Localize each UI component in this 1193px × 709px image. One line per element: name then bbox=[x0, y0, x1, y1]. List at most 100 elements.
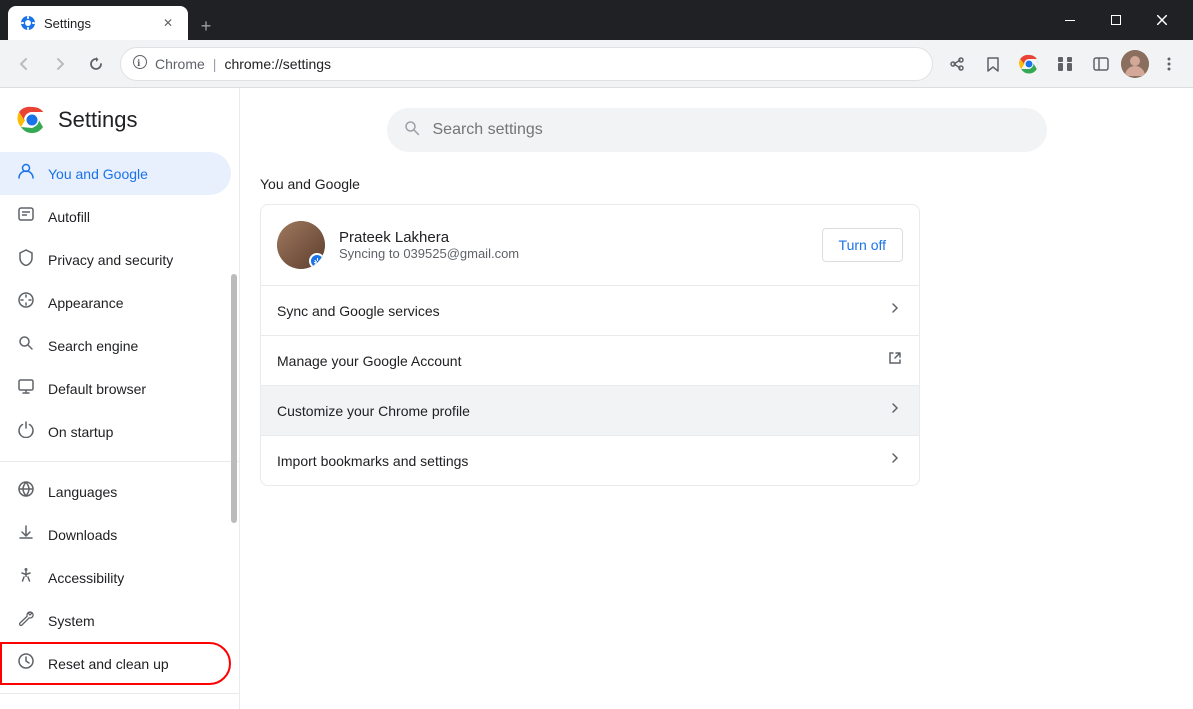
sidebar-label-appearance: Appearance bbox=[48, 295, 124, 311]
section-title: You and Google bbox=[260, 168, 1173, 204]
sidebar-label-autofill: Autofill bbox=[48, 209, 90, 225]
maximize-button[interactable] bbox=[1093, 0, 1139, 40]
sidebar-toggle-button[interactable] bbox=[1085, 48, 1117, 80]
chrome-icon-button[interactable] bbox=[1013, 48, 1045, 80]
reset-icon bbox=[16, 652, 36, 675]
sidebar-divider-2 bbox=[0, 693, 239, 694]
back-button[interactable] bbox=[8, 48, 40, 80]
sidebar-title: Settings bbox=[58, 107, 138, 133]
search-icon bbox=[16, 334, 36, 357]
sidebar-label-privacy: Privacy and security bbox=[48, 252, 173, 268]
sidebar-label-reset-cleanup: Reset and clean up bbox=[48, 656, 169, 672]
search-bar-wrapper bbox=[260, 88, 1173, 168]
minimize-button[interactable] bbox=[1047, 0, 1093, 40]
extensions-icon-button[interactable] bbox=[1049, 48, 1081, 80]
tab-close-button[interactable]: ✕ bbox=[160, 15, 176, 31]
sidebar-item-appearance[interactable]: Appearance bbox=[0, 281, 231, 324]
sidebar-item-default-browser[interactable]: Default browser bbox=[0, 367, 231, 410]
close-button[interactable] bbox=[1139, 0, 1185, 40]
profile-info: Prateek Lakhera Syncing to 039525@gmail.… bbox=[339, 229, 808, 261]
sidebar-label-default-browser: Default browser bbox=[48, 381, 146, 397]
import-arrow-icon bbox=[887, 450, 903, 471]
wrench-icon bbox=[16, 609, 36, 632]
settings-favicon bbox=[20, 15, 36, 31]
window-controls bbox=[1047, 0, 1185, 40]
sidebar-label-on-startup: On startup bbox=[48, 424, 113, 440]
tab-bar: Settings ✕ + bbox=[8, 0, 220, 40]
address-divider: | bbox=[213, 56, 217, 72]
sidebar-label-languages: Languages bbox=[48, 484, 117, 500]
sidebar-divider-1 bbox=[0, 461, 239, 462]
sidebar-item-downloads[interactable]: Downloads bbox=[0, 513, 231, 556]
sidebar-item-languages[interactable]: Languages bbox=[0, 470, 231, 513]
sidebar-scrollbar-track[interactable] bbox=[231, 88, 237, 709]
svg-text:ℹ: ℹ bbox=[137, 58, 141, 68]
titlebar: Settings ✕ + bbox=[0, 0, 1193, 40]
customize-profile-row[interactable]: Customize your Chrome profile bbox=[261, 386, 919, 436]
address-security-icon: ℹ bbox=[133, 55, 147, 72]
chrome-logo-icon bbox=[16, 104, 48, 136]
import-bookmarks-row[interactable]: Import bookmarks and settings bbox=[261, 436, 919, 485]
toolbar-right bbox=[941, 48, 1185, 80]
sidebar-item-autofill[interactable]: Autofill bbox=[0, 195, 231, 238]
navbar: ℹ Chrome | chrome://settings bbox=[0, 40, 1193, 88]
sidebar-navigation: You and Google Autofill Privacy and secu… bbox=[0, 144, 239, 709]
monitor-icon bbox=[16, 377, 36, 400]
sidebar-item-privacy-security[interactable]: Privacy and security bbox=[0, 238, 231, 281]
profile-row: Prateek Lakhera Syncing to 039525@gmail.… bbox=[261, 205, 919, 286]
sidebar-label-search-engine: Search engine bbox=[48, 338, 138, 354]
external-link-icon bbox=[887, 350, 903, 371]
menu-button[interactable] bbox=[1153, 48, 1185, 80]
sidebar-item-on-startup[interactable]: On startup bbox=[0, 410, 231, 453]
sidebar-header: Settings bbox=[0, 88, 239, 144]
sync-label: Sync and Google services bbox=[277, 303, 887, 319]
profile-avatar bbox=[277, 221, 325, 269]
download-icon bbox=[16, 523, 36, 546]
customize-profile-label: Customize your Chrome profile bbox=[277, 403, 887, 419]
content-area: You and Google Prateek Lakhera Syncing t… bbox=[240, 88, 1193, 709]
tab-title: Settings bbox=[44, 16, 152, 31]
autofill-icon bbox=[16, 205, 36, 228]
manage-account-row[interactable]: Manage your Google Account bbox=[261, 336, 919, 386]
import-bookmarks-label: Import bookmarks and settings bbox=[277, 453, 887, 469]
power-icon bbox=[16, 420, 36, 443]
shield-icon bbox=[16, 248, 36, 271]
person-icon bbox=[16, 162, 36, 185]
globe-icon bbox=[16, 480, 36, 503]
forward-button[interactable] bbox=[44, 48, 76, 80]
accessibility-icon bbox=[16, 566, 36, 589]
sidebar-label-you-and-google: You and Google bbox=[48, 166, 148, 182]
active-tab[interactable]: Settings ✕ bbox=[8, 6, 188, 40]
address-bar[interactable]: ℹ Chrome | chrome://settings bbox=[120, 47, 933, 81]
site-name: Chrome bbox=[155, 56, 205, 72]
main-layout: Settings You and Google Autofill bbox=[0, 88, 1193, 709]
sidebar-label-system: System bbox=[48, 613, 95, 629]
user-avatar-button[interactable] bbox=[1121, 50, 1149, 78]
manage-account-label: Manage your Google Account bbox=[277, 353, 887, 369]
share-button[interactable] bbox=[941, 48, 973, 80]
sidebar-label-accessibility: Accessibility bbox=[48, 570, 124, 586]
search-bar bbox=[387, 108, 1047, 152]
sidebar-item-extensions[interactable]: Extensions bbox=[0, 702, 231, 709]
sidebar: Settings You and Google Autofill bbox=[0, 88, 240, 709]
search-bar-icon bbox=[403, 119, 421, 142]
sync-row[interactable]: Sync and Google services bbox=[261, 286, 919, 336]
address-url: chrome://settings bbox=[224, 56, 920, 72]
sidebar-label-downloads: Downloads bbox=[48, 527, 117, 543]
turn-off-button[interactable]: Turn off bbox=[822, 228, 903, 262]
sidebar-item-search-engine[interactable]: Search engine bbox=[0, 324, 231, 367]
new-tab-button[interactable]: + bbox=[192, 12, 220, 40]
sidebar-item-you-and-google[interactable]: You and Google bbox=[0, 152, 231, 195]
you-and-google-card: Prateek Lakhera Syncing to 039525@gmail.… bbox=[260, 204, 920, 486]
sync-arrow-icon bbox=[887, 300, 903, 321]
appearance-icon bbox=[16, 291, 36, 314]
refresh-button[interactable] bbox=[80, 48, 112, 80]
sidebar-item-reset-cleanup[interactable]: Reset and clean up bbox=[0, 642, 231, 685]
sidebar-item-accessibility[interactable]: Accessibility bbox=[0, 556, 231, 599]
profile-email: Syncing to 039525@gmail.com bbox=[339, 246, 808, 261]
profile-name: Prateek Lakhera bbox=[339, 229, 808, 246]
sidebar-scrollbar-thumb[interactable] bbox=[231, 274, 237, 522]
sidebar-item-system[interactable]: System bbox=[0, 599, 231, 642]
search-input[interactable] bbox=[433, 121, 1031, 139]
bookmark-button[interactable] bbox=[977, 48, 1009, 80]
